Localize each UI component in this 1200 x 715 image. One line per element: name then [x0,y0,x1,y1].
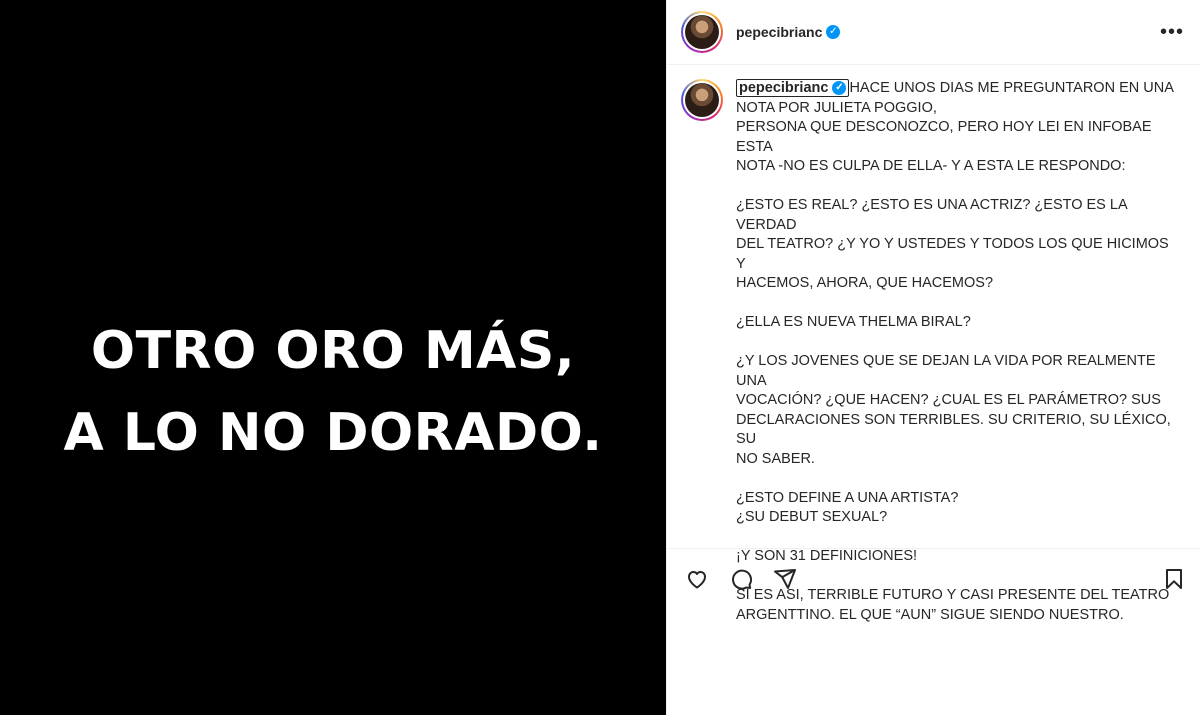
post-sidebar: pepecibrianc ✓ ••• pepecibrianc ✓ HACE UNO… [666,0,1200,715]
caption-line: VOCACIÓN? ¿QUE HACEN? ¿CUAL ES EL PARÁME… [736,392,1161,408]
post-header: pepecibrianc ✓ ••• [667,0,1200,65]
caption-line: NOTA POR JULIETA POGGIO, [736,99,937,116]
caption-line: ¿ESTO DEFINE A UNA ARTISTA? [736,489,959,506]
post-media[interactable]: OTRO ORO MÁS, A LO NO DORADO. [0,0,666,715]
heart-icon [688,570,706,588]
media-line-2: A LO NO DORADO. [63,403,603,463]
caption-line: DEL TEATRO? ¿Y YO Y USTEDES Y TODOS LOS … [736,236,1169,272]
share-button[interactable] [771,565,799,593]
avatar-image [685,15,719,49]
caption-line: PERSONA QUE DESCONOZCO, PERO HOY LEI EN … [736,119,1152,155]
caption-line: ARGENTTINO. EL QUE “AUN” SIGUE SIENDO NU… [736,606,1124,623]
share-icon [774,568,796,589]
avatar[interactable] [681,11,723,53]
header-username[interactable]: pepecibrianc [736,24,822,40]
caption-line: ¿ESTO ES REAL? ¿ESTO ES UNA ACTRIZ? ¿EST… [736,197,1127,233]
caption-line: ¿Y LOS JOVENES QUE SE DEJAN LA VIDA POR … [736,353,1156,389]
comment-icon [732,569,753,590]
media-text: OTRO ORO MÁS, A LO NO DORADO. [0,310,666,474]
caption-avatar-image [685,83,719,117]
caption-username-text: pepecibrianc [739,80,829,96]
caption: pepecibrianc ✓ HACE UNOS DIAS ME PREGUNTAR… [667,65,1200,623]
caption-avatar[interactable] [681,79,723,121]
caption-line: DECLARACIONES SON TERRIBLES. SU CRITERIO… [736,411,1171,448]
caption-body: pepecibrianc ✓ HACE UNOS DIAS ME PREGUNTAR… [736,79,1176,623]
like-button[interactable] [683,565,711,593]
caption-first-line: HACE UNOS DIAS ME PREGUNTARON EN UNA [849,80,1174,96]
caption-verified-icon: ✓ [832,81,847,96]
post-view: OTRO ORO MÁS, A LO NO DORADO. pepecibria… [0,0,1200,715]
more-options-icon[interactable]: ••• [1160,22,1184,42]
action-bar [667,548,1200,608]
caption-username[interactable]: pepecibrianc ✓ [736,79,850,97]
caption-line: HACEMOS, AHORA, QUE HACEMOS? [736,275,994,291]
caption-line: NOTA -NO ES CULPA DE ELLA- Y A ESTA LE R… [736,158,1126,174]
bookmark-icon [1166,568,1182,589]
caption-line: NO SABER. [736,450,815,467]
caption-line: ¿ELLA ES NUEVA THELMA BIRAL? [736,314,971,330]
comment-button[interactable] [727,565,755,593]
media-line-1: OTRO ORO MÁS, [90,321,576,381]
caption-line: ¿SU DEBUT SEXUAL? [736,509,888,525]
save-button[interactable] [1160,565,1188,593]
verified-badge-icon: ✓ [826,25,841,39]
